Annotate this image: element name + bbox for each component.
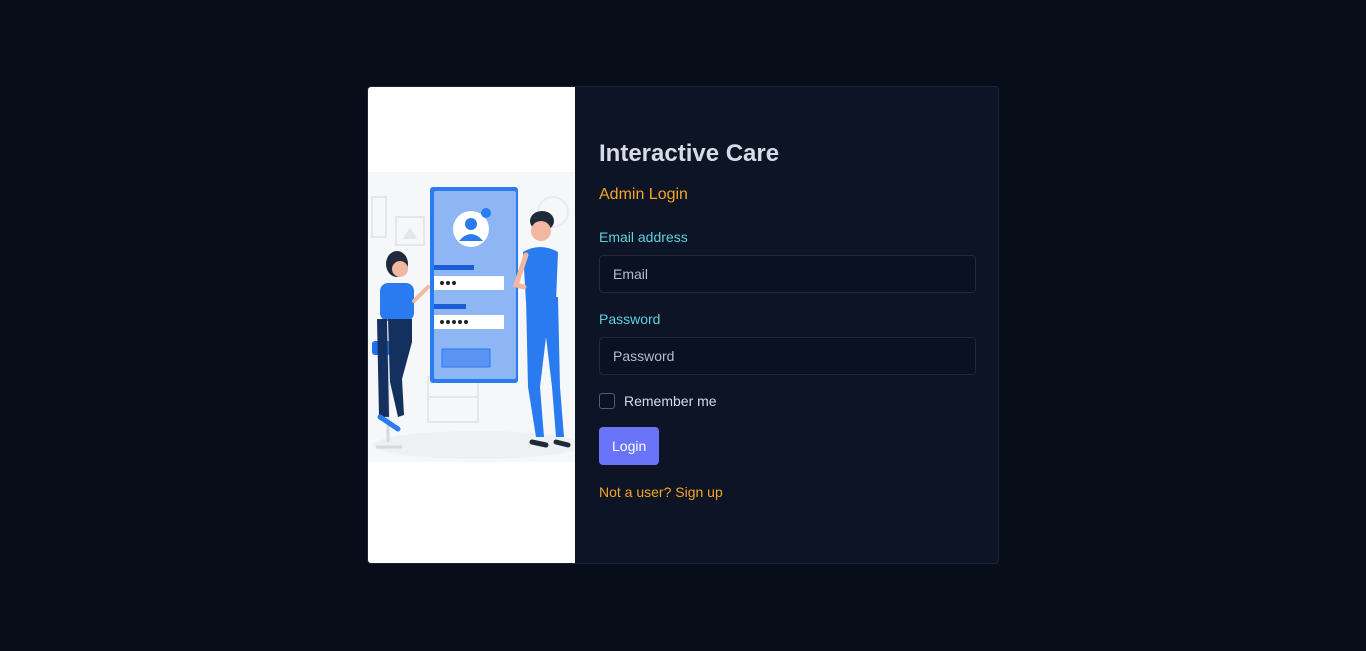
illustration-graphic <box>368 172 575 462</box>
login-form-panel: Interactive Care Admin Login Email addre… <box>575 87 998 563</box>
page-subtitle: Admin Login <box>599 186 688 203</box>
password-group: Password <box>599 311 976 375</box>
login-card: Interactive Care Admin Login Email addre… <box>367 86 999 564</box>
remember-me-checkbox[interactable] <box>599 393 615 409</box>
email-input[interactable] <box>599 255 976 293</box>
password-label: Password <box>599 311 661 327</box>
email-label: Email address <box>599 229 688 245</box>
remember-me-row: Remember me <box>599 393 976 409</box>
login-button[interactable]: Login <box>599 427 660 465</box>
signup-link[interactable]: Not a user? Sign up <box>599 484 723 500</box>
email-group: Email address <box>599 229 976 293</box>
app-title: Interactive Care <box>599 140 780 167</box>
login-illustration <box>368 87 575 563</box>
password-input[interactable] <box>599 337 976 375</box>
remember-me-label[interactable]: Remember me <box>624 393 717 409</box>
